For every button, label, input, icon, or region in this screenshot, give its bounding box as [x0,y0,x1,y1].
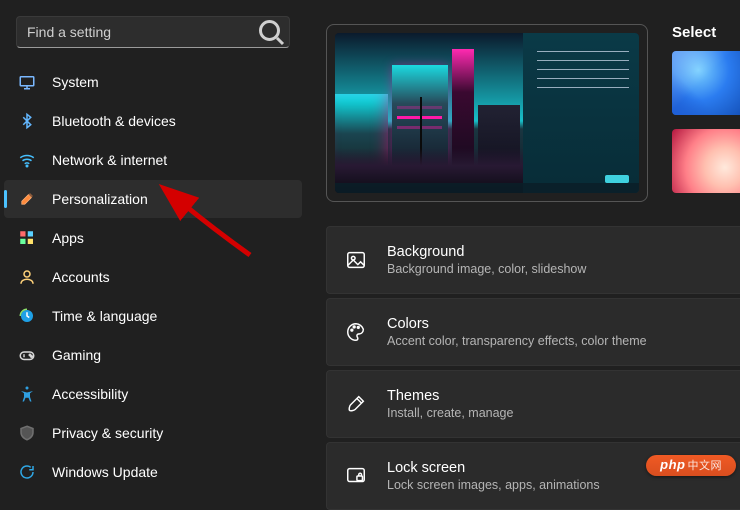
nav-label: Accounts [52,269,110,285]
wifi-icon [18,151,36,169]
select-title: Select [672,24,740,41]
lock-screen-icon [345,465,367,487]
accessibility-icon [18,385,36,403]
nav-label: Accessibility [52,386,128,402]
option-desc: Background image, color, slideshow [387,262,586,276]
bluetooth-icon [18,112,36,130]
option-title: Colors [387,316,647,332]
sidebar-item-personalization[interactable]: Personalization [4,180,302,218]
sidebar-item-time[interactable]: Time & language [4,297,302,335]
watermark-suffix: 中文网 [688,460,723,472]
watermark-brand: php [660,457,685,472]
search-input[interactable] [17,24,253,40]
nav-label: Gaming [52,347,101,363]
shield-icon [18,424,36,442]
theme-select-block: Select [672,24,740,193]
update-icon [18,463,36,481]
settings-sidebar: System Bluetooth & devices Network & int… [0,0,306,506]
system-icon [18,73,36,91]
sidebar-item-privacy[interactable]: Privacy & security [4,414,302,452]
nav-list: System Bluetooth & devices Network & int… [4,56,302,491]
image-icon [345,249,367,271]
option-desc: Install, create, manage [387,406,513,420]
option-background[interactable]: Background Background image, color, slid… [326,226,740,294]
option-title: Lock screen [387,460,600,476]
nav-label: System [52,74,99,90]
option-desc: Accent color, transparency effects, colo… [387,334,647,348]
sidebar-item-accessibility[interactable]: Accessibility [4,375,302,413]
nav-label: Network & internet [52,152,167,168]
theme-thumbnail-2[interactable] [672,129,740,193]
watermark-badge: php中文网 [646,455,736,476]
sidebar-item-accounts[interactable]: Accounts [4,258,302,296]
window-preview [523,33,639,193]
sidebar-item-system[interactable]: System [4,63,302,101]
sidebar-item-bluetooth[interactable]: Bluetooth & devices [4,102,302,140]
option-desc: Lock screen images, apps, animations [387,478,600,492]
settings-search[interactable] [16,16,290,48]
palette-icon [345,321,367,343]
nav-label: Time & language [52,308,157,324]
theme-thumbnail-1[interactable] [672,51,740,115]
wallpaper-preview [335,33,523,193]
theme-preview [326,24,648,202]
nav-label: Privacy & security [52,425,163,441]
brush-icon [345,393,367,415]
brush-icon [18,190,36,208]
clock-icon [18,307,36,325]
sidebar-item-gaming[interactable]: Gaming [4,336,302,374]
option-themes[interactable]: Themes Install, create, manage [326,370,740,438]
option-lockscreen[interactable]: Lock screen Lock screen images, apps, an… [326,442,740,510]
search-icon [253,14,289,50]
main-content: Select Background Background image, colo… [306,0,740,506]
gaming-icon [18,346,36,364]
sidebar-item-update[interactable]: Windows Update [4,453,302,491]
sidebar-item-apps[interactable]: Apps [4,219,302,257]
sidebar-item-network[interactable]: Network & internet [4,141,302,179]
nav-label: Personalization [52,191,148,207]
option-colors[interactable]: Colors Accent color, transparency effect… [326,298,740,366]
nav-label: Windows Update [52,464,158,480]
accounts-icon [18,268,36,286]
option-title: Themes [387,388,513,404]
nav-label: Apps [52,230,84,246]
option-title: Background [387,244,586,260]
nav-label: Bluetooth & devices [52,113,176,129]
apps-icon [18,229,36,247]
